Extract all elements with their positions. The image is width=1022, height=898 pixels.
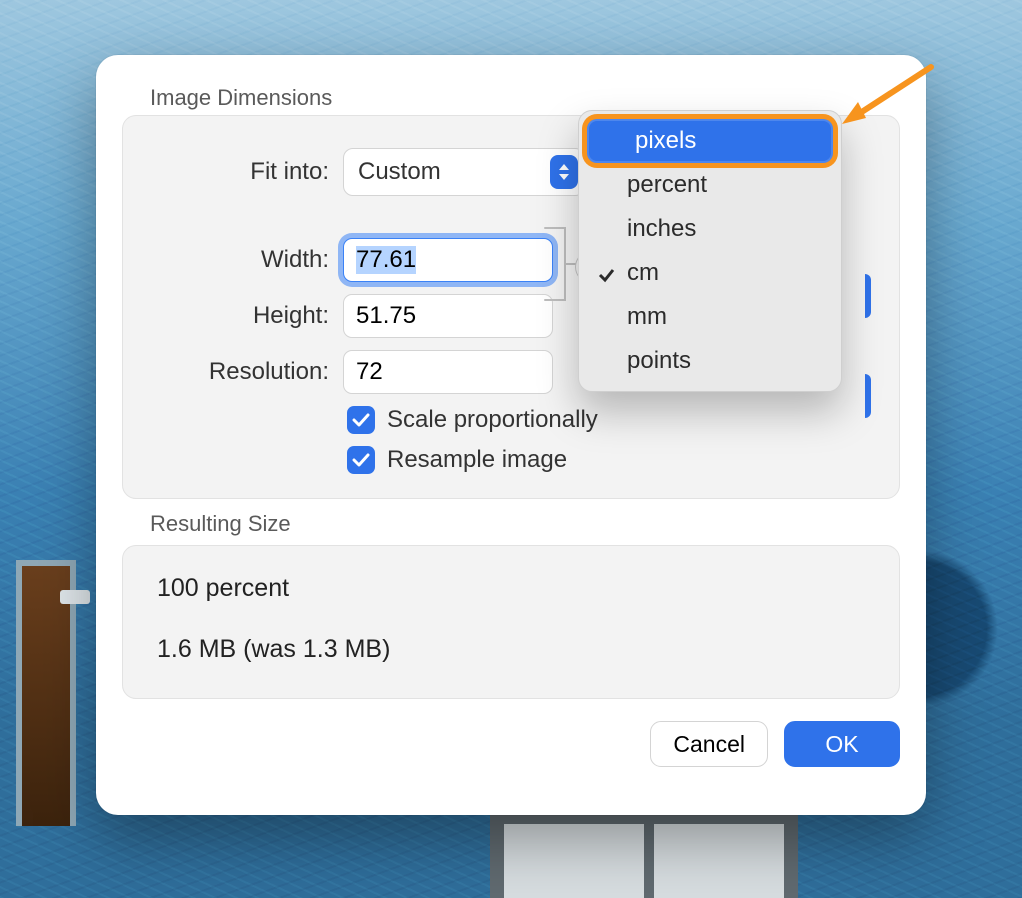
- link-bracket: [541, 226, 577, 302]
- height-label: Height:: [149, 302, 343, 330]
- check-icon: [597, 263, 615, 291]
- resulting-size-label: Resulting Size: [150, 511, 900, 537]
- units-option-mm[interactable]: mm: [579, 295, 841, 339]
- resample-image-label: Resample image: [387, 446, 567, 474]
- desktop-wallpaper: Image Dimensions Fit into: Custom Width:…: [0, 0, 1022, 898]
- fitinto-value: Custom: [358, 158, 441, 186]
- resulting-filesize: 1.6 MB (was 1.3 MB): [157, 635, 865, 664]
- cancel-button[interactable]: Cancel: [650, 721, 768, 767]
- width-label: Width:: [149, 246, 343, 274]
- units-option-points[interactable]: points: [579, 339, 841, 383]
- resample-image-checkbox[interactable]: [347, 446, 375, 474]
- check-icon: [352, 446, 370, 474]
- width-input[interactable]: [343, 238, 553, 282]
- units-option-cm[interactable]: cm: [579, 251, 841, 295]
- resulting-size-group: 100 percent 1.6 MB (was 1.3 MB): [122, 545, 900, 699]
- units-option-percent[interactable]: percent: [579, 163, 841, 207]
- units-option-label: inches: [627, 215, 696, 243]
- wallpaper-ledge: [60, 590, 90, 604]
- units-option-pixels[interactable]: pixels: [587, 119, 833, 163]
- wh-unit-select[interactable]: [865, 274, 871, 318]
- scale-proportionally-checkbox[interactable]: [347, 406, 375, 434]
- units-option-inches[interactable]: inches: [579, 207, 841, 251]
- resulting-percent: 100 percent: [157, 574, 865, 603]
- fitinto-select[interactable]: Custom: [343, 148, 585, 196]
- units-option-label: mm: [627, 303, 667, 331]
- scale-proportionally-label: Scale proportionally: [387, 406, 598, 434]
- image-dimensions-label: Image Dimensions: [150, 85, 900, 111]
- res-unit-select[interactable]: [865, 374, 871, 418]
- units-option-label: percent: [627, 171, 707, 199]
- check-icon: [352, 406, 370, 434]
- units-dropdown[interactable]: pixels percent inches cm mm points: [578, 110, 842, 392]
- height-input[interactable]: [343, 294, 553, 338]
- units-option-label: points: [627, 347, 691, 375]
- fitinto-label: Fit into:: [149, 158, 343, 186]
- resolution-label: Resolution:: [149, 358, 343, 386]
- units-option-label: cm: [627, 259, 659, 287]
- units-option-label: pixels: [635, 127, 696, 155]
- resolution-input[interactable]: [343, 350, 553, 394]
- updown-icon: [550, 155, 578, 189]
- ok-button[interactable]: OK: [784, 721, 900, 767]
- wallpaper-window: [490, 810, 798, 898]
